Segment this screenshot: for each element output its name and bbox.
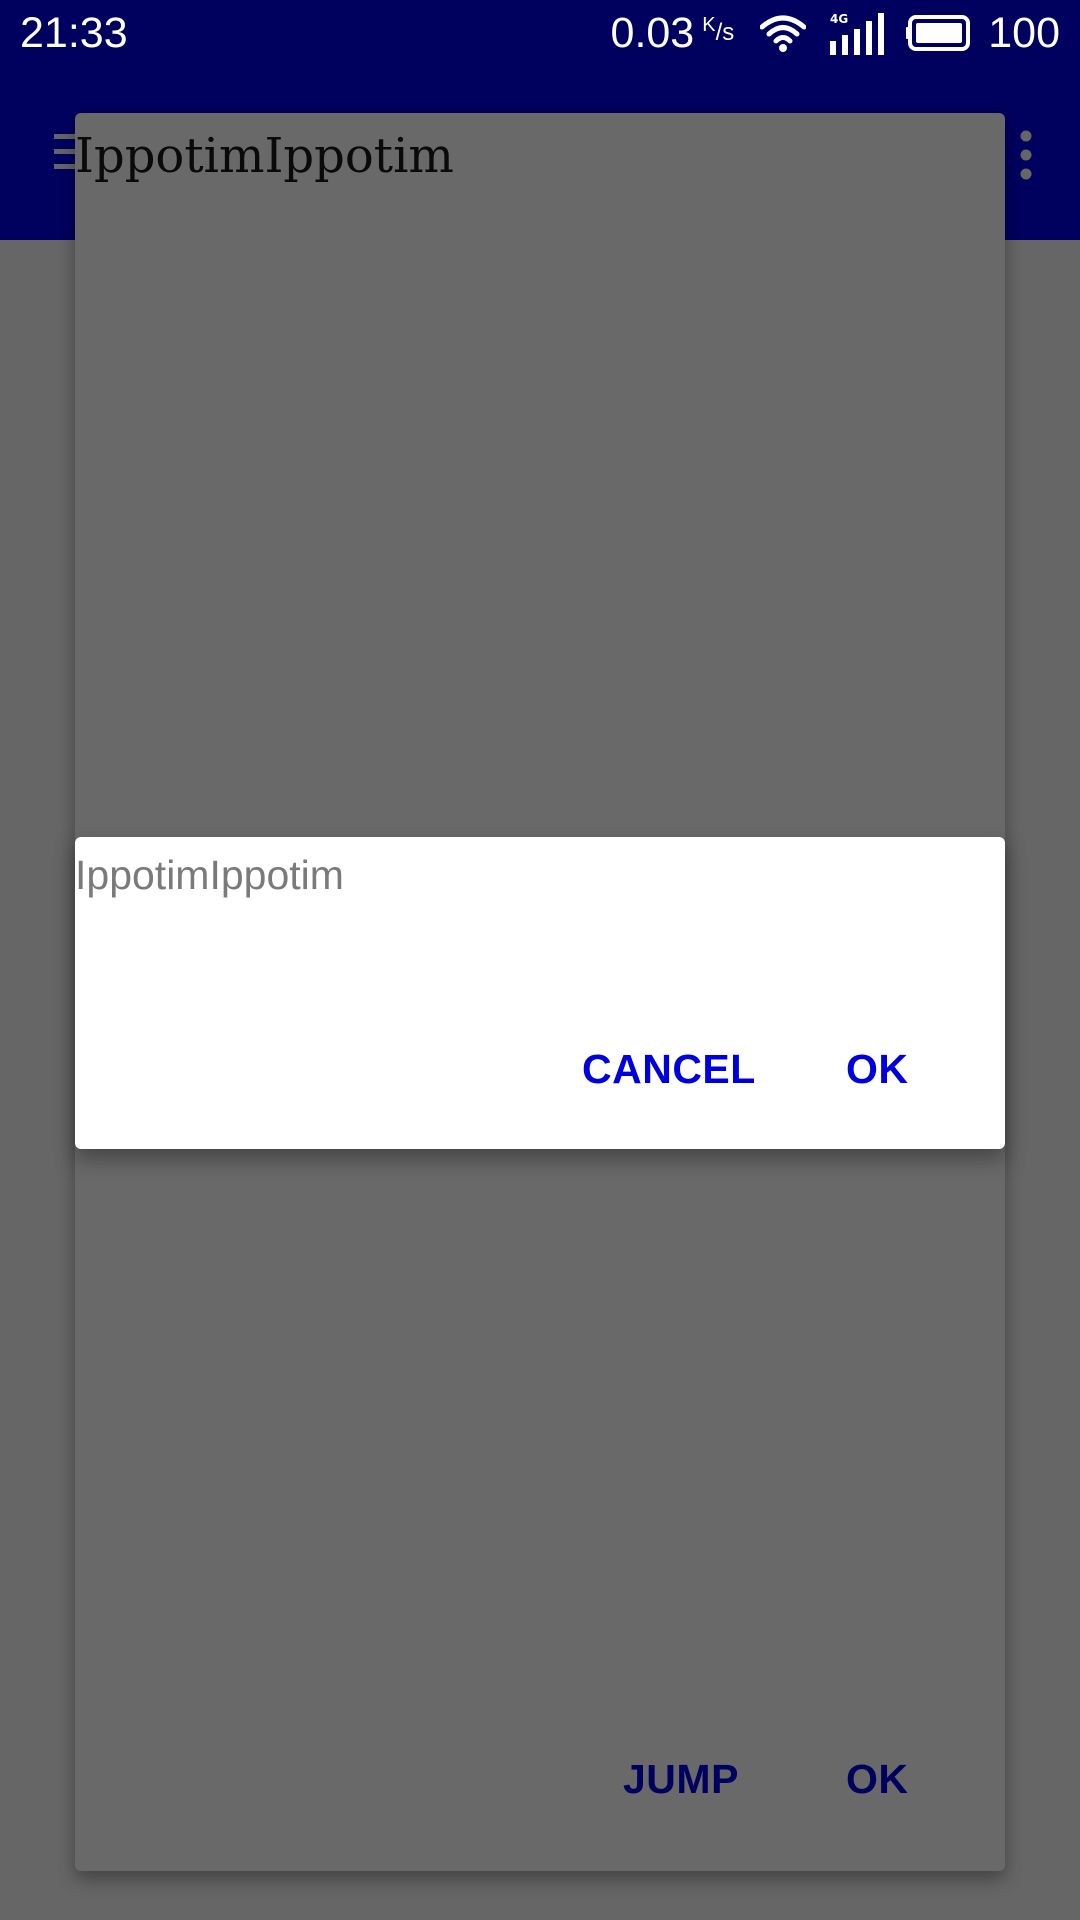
status-time: 21:33	[20, 9, 128, 57]
speed-unit-k: K	[702, 14, 716, 36]
ok-button[interactable]: OK	[846, 1043, 909, 1095]
dialog-text-input[interactable]: IppotimIppotim	[75, 849, 344, 901]
speed-unit-s: /s	[715, 19, 735, 46]
background-dialog-title: IppotimIppotim	[75, 128, 454, 184]
front-dialog: IppotimIppotim CANCEL OK	[75, 837, 1005, 1149]
battery-level: 100	[988, 9, 1060, 57]
status-bar: 21:33 0.03 K/s 4G 100	[0, 0, 1080, 70]
cancel-button[interactable]: CANCEL	[582, 1043, 756, 1095]
network-speed-value: 0.03	[610, 9, 695, 57]
jump-button[interactable]: JUMP	[623, 1753, 739, 1805]
network-speed-unit: K/s	[702, 13, 734, 45]
overflow-menu-icon[interactable]	[1020, 130, 1032, 180]
wifi-icon	[760, 15, 807, 52]
status-indicators: 0.03 K/s 4G 100	[611, 8, 1060, 58]
signal-icon: 4G	[830, 12, 885, 55]
background-ok-button[interactable]: OK	[846, 1753, 909, 1805]
battery-icon	[906, 15, 971, 51]
network-type-label: 4G	[830, 12, 848, 26]
